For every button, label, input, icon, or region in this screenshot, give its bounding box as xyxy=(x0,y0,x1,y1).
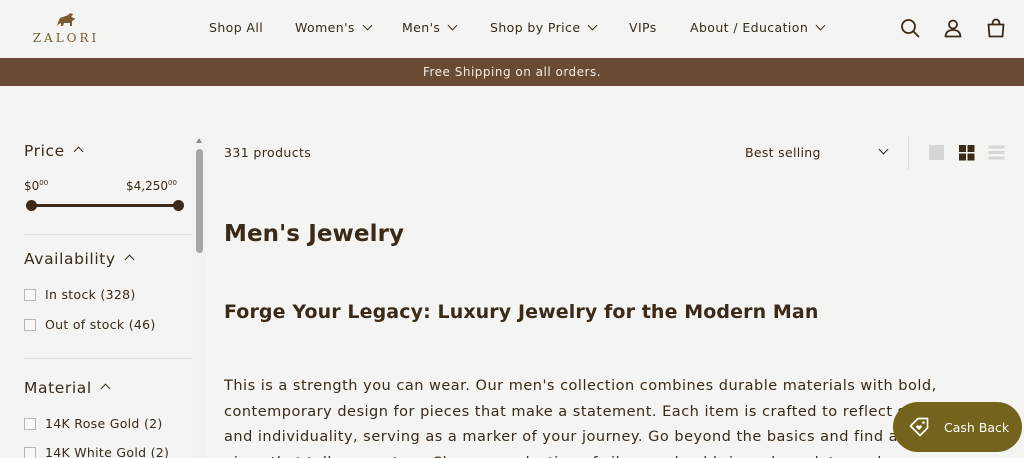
brand-wordmark: ZALORI xyxy=(32,31,100,45)
cart-icon[interactable] xyxy=(985,17,1007,39)
filter-option-in-stock[interactable]: In stock (328) xyxy=(24,287,136,302)
chevron-down-icon xyxy=(815,20,826,31)
sort-select[interactable]: Best selling xyxy=(745,145,821,160)
nav-shop-by-price[interactable]: Shop by Price xyxy=(490,20,598,35)
nav-about-education[interactable]: About / Education xyxy=(690,20,826,35)
filter-title: Price xyxy=(24,142,65,160)
divider xyxy=(24,234,192,235)
option-label: 14K Rose Gold (2) xyxy=(45,416,163,431)
nav-mens[interactable]: Men's xyxy=(402,20,458,35)
filter-sidebar: Price $000 $4,25000 Availability In stoc… xyxy=(0,86,206,458)
page-title: Men's Jewelry xyxy=(224,221,405,247)
brand-logo[interactable]: ZALORI xyxy=(24,12,108,46)
filter-availability-toggle[interactable]: Availability xyxy=(24,250,135,268)
checkbox[interactable] xyxy=(24,289,36,301)
nav-label: Shop All xyxy=(209,20,264,35)
cash-back-button[interactable]: Cash Back xyxy=(893,402,1022,452)
chevron-down-icon[interactable] xyxy=(878,144,889,155)
checkbox[interactable] xyxy=(24,447,36,458)
filter-material-toggle[interactable]: Material xyxy=(24,379,111,397)
chevron-down-icon xyxy=(587,20,598,31)
tag-heart-icon xyxy=(909,417,929,437)
collection-description: This is a strength you can wear. Our men… xyxy=(224,378,975,458)
filter-price-toggle[interactable]: Price xyxy=(24,142,84,160)
divider xyxy=(24,358,192,359)
scrollbar-thumb[interactable] xyxy=(196,149,203,253)
price-min-label: $000 xyxy=(24,179,49,193)
nav-womens[interactable]: Women's xyxy=(295,20,373,35)
lion-logo-icon xyxy=(57,13,75,26)
checkbox[interactable] xyxy=(24,418,36,430)
collection-subtitle: Forge Your Legacy: Luxury Jewelry for th… xyxy=(224,301,819,323)
option-label: 14K White Gold (2) xyxy=(45,445,170,458)
price-slider-min-handle[interactable] xyxy=(26,200,37,211)
nav-shop-all[interactable]: Shop All xyxy=(209,20,263,35)
list-view-icon[interactable] xyxy=(988,144,1005,161)
chevron-down-icon xyxy=(362,20,373,31)
filter-title: Availability xyxy=(24,250,116,268)
chevron-up-icon xyxy=(73,146,84,157)
nav-vips[interactable]: VIPs xyxy=(629,20,657,35)
product-count: 331 products xyxy=(224,145,312,160)
chevron-down-icon xyxy=(447,20,458,31)
account-icon[interactable] xyxy=(942,17,964,39)
filter-option-out-of-stock[interactable]: Out of stock (46) xyxy=(24,317,156,332)
announcement-bar: Free Shipping on all orders. xyxy=(0,58,1024,86)
price-max-label: $4,25000 xyxy=(126,179,177,193)
chevron-up-icon xyxy=(124,254,135,265)
checkbox[interactable] xyxy=(24,319,36,331)
filter-option-14k-rose-gold[interactable]: 14K Rose Gold (2) xyxy=(24,416,163,431)
scroll-up-arrow-icon[interactable] xyxy=(196,138,202,143)
nav-label: Women's xyxy=(295,20,355,35)
price-slider-max-handle[interactable] xyxy=(173,200,184,211)
option-label: In stock (328) xyxy=(45,287,136,302)
filter-option-14k-white-gold[interactable]: 14K White Gold (2) xyxy=(24,445,169,458)
chevron-up-icon xyxy=(100,383,111,394)
price-slider-track[interactable] xyxy=(31,204,178,207)
cash-back-label: Cash Back xyxy=(944,420,1010,435)
site-header: ZALORI Shop All Women's Men's Shop by Pr… xyxy=(0,0,1024,58)
small-grid-view-icon[interactable] xyxy=(958,144,975,161)
collection-main: 331 products Best selling Men's Jewelry … xyxy=(206,86,1024,458)
nav-label: Men's xyxy=(402,20,441,35)
filter-title: Material xyxy=(24,379,92,397)
announcement-text: Free Shipping on all orders. xyxy=(422,65,602,79)
divider xyxy=(908,136,909,170)
option-label: Out of stock (46) xyxy=(45,317,156,332)
large-grid-view-icon[interactable] xyxy=(928,144,945,161)
sidebar-scrollbar[interactable] xyxy=(193,136,206,458)
nav-label: Shop by Price xyxy=(490,20,581,35)
sort-value: Best selling xyxy=(745,145,821,160)
nav-label: VIPs xyxy=(629,20,657,35)
nav-label: About / Education xyxy=(690,20,809,35)
search-icon[interactable] xyxy=(899,17,921,39)
